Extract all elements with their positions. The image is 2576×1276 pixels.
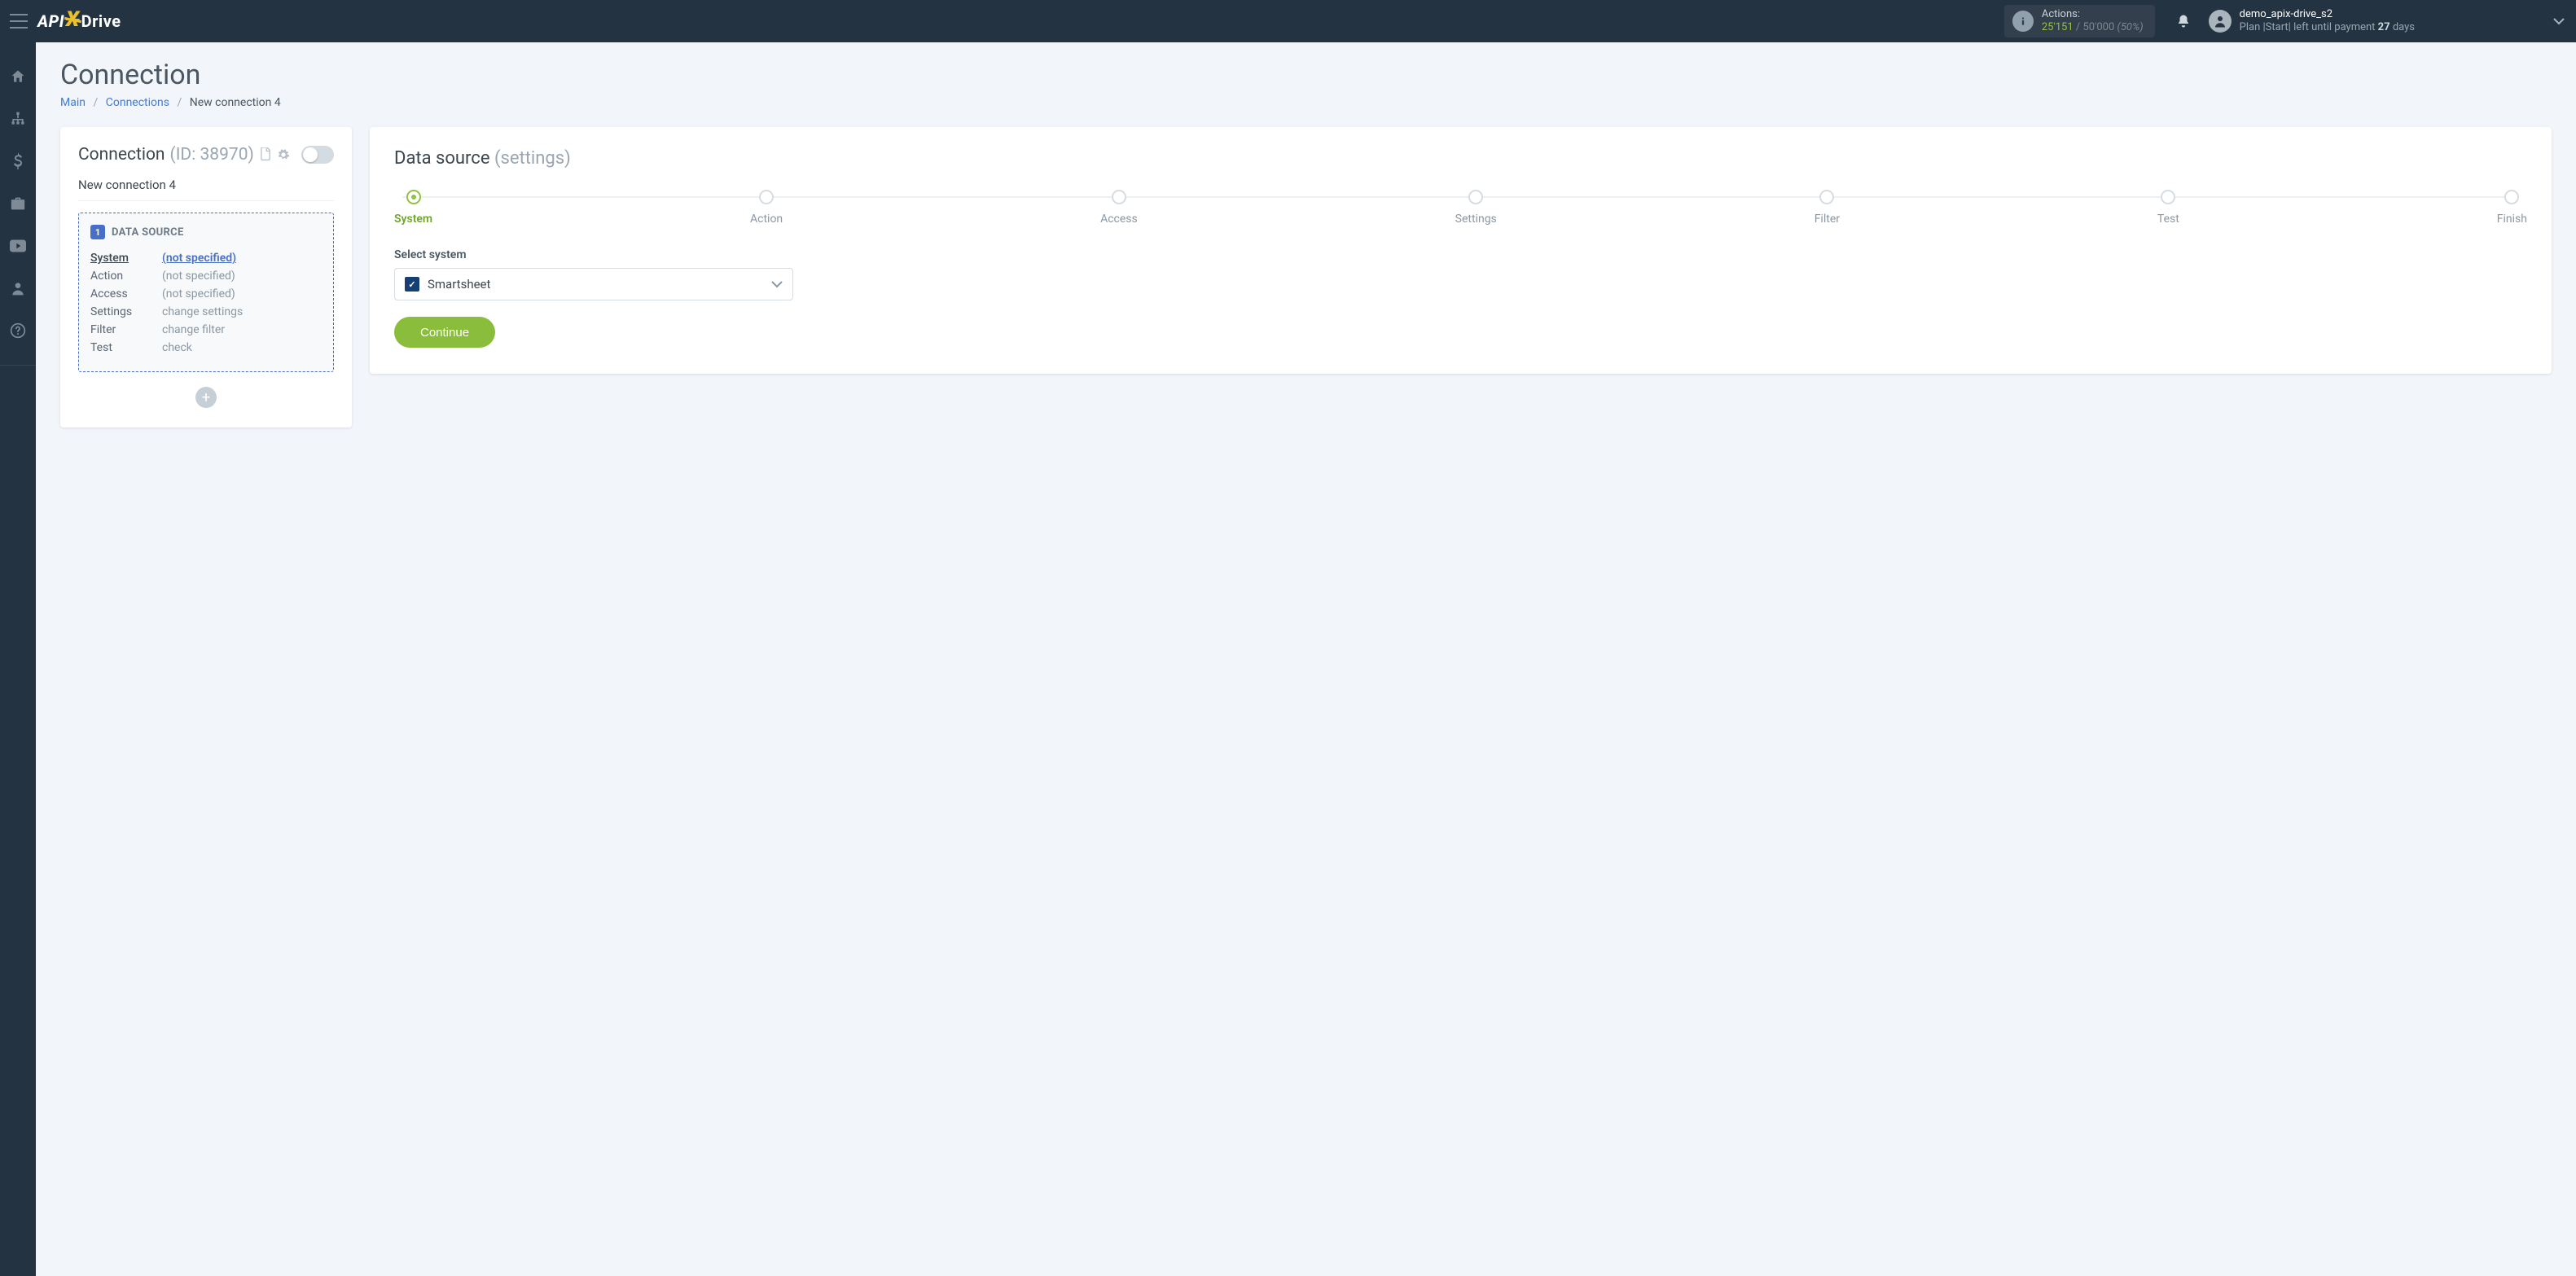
step-label: Action xyxy=(750,213,783,226)
breadcrumb-connections[interactable]: Connections xyxy=(106,96,169,109)
step-dot xyxy=(406,190,421,204)
connection-card: Connection (ID: 38970) New connection 4 … xyxy=(60,127,352,428)
actions-label: Actions: xyxy=(2042,8,2144,21)
chevron-down-icon xyxy=(771,280,783,288)
avatar-icon xyxy=(2209,10,2232,33)
data-source-settings-card: Data source (settings) System Action Acces… xyxy=(370,127,2552,374)
logo-text-right: Drive xyxy=(81,11,121,31)
sidebar-account[interactable] xyxy=(5,275,31,301)
connection-card-title: Connection xyxy=(78,145,165,164)
breadcrumb-current: New connection 4 xyxy=(190,96,281,109)
step-dot xyxy=(1112,190,1126,204)
sidebar-divider xyxy=(0,365,36,366)
breadcrumb: Main / Connections / New connection 4 xyxy=(60,96,2552,109)
data-source-row-value: (not specified) xyxy=(162,285,235,303)
main-content: Connection Main / Connections / New conn… xyxy=(36,42,2576,1276)
step-label: Settings xyxy=(1455,213,1497,226)
select-system-label: Select system xyxy=(394,248,2527,261)
data-source-row-value: (not specified) xyxy=(162,267,235,285)
sidebar-briefcase[interactable] xyxy=(5,191,31,217)
data-source-badge: 1 xyxy=(90,225,105,239)
data-source-row[interactable]: Filter change filter xyxy=(90,321,322,339)
sidebar xyxy=(0,42,36,1276)
step-label: Filter xyxy=(1815,213,1840,226)
step-dot xyxy=(1468,190,1483,204)
step-access[interactable]: Access xyxy=(1100,190,1138,226)
connection-toggle[interactable] xyxy=(301,146,334,164)
data-source-row[interactable]: Access (not specified) xyxy=(90,285,322,303)
gear-icon[interactable] xyxy=(277,148,290,161)
data-source-row[interactable]: Settings change settings xyxy=(90,303,322,321)
step-filter[interactable]: Filter xyxy=(1815,190,1840,226)
step-label: Finish xyxy=(2497,213,2527,226)
step-dot xyxy=(2504,190,2519,204)
step-dot xyxy=(2161,190,2175,204)
data-source-row-value: change settings xyxy=(162,303,243,321)
copy-icon[interactable] xyxy=(259,147,272,162)
data-source-row-label: Filter xyxy=(90,321,154,339)
data-source-row[interactable]: Test check xyxy=(90,339,322,357)
logo[interactable]: API X Drive xyxy=(37,9,121,33)
data-source-row-label: System xyxy=(90,249,154,267)
user-plan: Plan |Start| left until payment 27 days xyxy=(2240,21,2415,34)
stepper: System Action Access Settings Filter Test Fini… xyxy=(394,190,2527,226)
data-source-row-label: Test xyxy=(90,339,154,357)
data-source-row[interactable]: System (not specified) xyxy=(90,249,322,267)
step-finish[interactable]: Finish xyxy=(2497,190,2527,226)
step-label: System xyxy=(394,213,432,226)
breadcrumb-main[interactable]: Main xyxy=(60,96,86,109)
actions-values: 25'151 / 50'000 (50%) xyxy=(2042,21,2144,34)
step-settings[interactable]: Settings xyxy=(1455,190,1497,226)
step-action[interactable]: Action xyxy=(750,190,783,226)
right-card-title: Data source (settings) xyxy=(394,148,2527,169)
sidebar-billing[interactable] xyxy=(5,148,31,174)
step-system[interactable]: System xyxy=(394,190,432,226)
data-source-row-value: (not specified) xyxy=(162,249,236,267)
data-source-header: DATA SOURCE xyxy=(112,226,184,239)
data-source-row-value: check xyxy=(162,339,192,357)
data-source-row-label: Access xyxy=(90,285,154,303)
smartsheet-icon: ✓ xyxy=(405,277,419,292)
sidebar-home[interactable] xyxy=(5,64,31,90)
sidebar-youtube[interactable] xyxy=(5,233,31,259)
data-source-row-label: Settings xyxy=(90,303,154,321)
page-title: Connection xyxy=(60,59,2552,91)
connection-card-id: (ID: 38970) xyxy=(170,145,254,164)
data-source-row[interactable]: Action (not specified) xyxy=(90,267,322,285)
chevron-down-icon xyxy=(2553,17,2565,25)
user-menu[interactable]: demo_apix-drive_s2 Plan |Start| left unt… xyxy=(2209,8,2565,33)
step-test[interactable]: Test xyxy=(2157,190,2179,226)
step-dot xyxy=(759,190,774,204)
step-label: Access xyxy=(1100,213,1138,226)
connection-name: New connection 4 xyxy=(78,178,334,201)
select-system-value: Smartsheet xyxy=(428,277,763,292)
notifications-icon[interactable] xyxy=(2170,7,2197,35)
select-system-dropdown[interactable]: ✓ Smartsheet xyxy=(394,268,793,300)
user-name: demo_apix-drive_s2 xyxy=(2240,8,2415,21)
top-header: API X Drive Actions: 25'151 / 50'000 (50… xyxy=(0,0,2576,42)
continue-button[interactable]: Continue xyxy=(394,317,495,348)
info-icon xyxy=(2012,11,2034,32)
data-source-row-value: change filter xyxy=(162,321,225,339)
step-label: Test xyxy=(2157,213,2179,226)
sidebar-connections[interactable] xyxy=(5,106,31,132)
step-dot xyxy=(1819,190,1834,204)
data-source-box: 1 DATA SOURCE System(not specified)Actio… xyxy=(78,213,334,372)
data-source-row-label: Action xyxy=(90,267,154,285)
actions-usage[interactable]: Actions: 25'151 / 50'000 (50%) xyxy=(2004,5,2155,37)
add-destination-button[interactable]: + xyxy=(195,387,217,408)
logo-text-left: API xyxy=(37,11,64,31)
menu-icon[interactable] xyxy=(8,11,29,32)
logo-text-sep: X xyxy=(66,7,80,32)
sidebar-help[interactable] xyxy=(5,318,31,344)
